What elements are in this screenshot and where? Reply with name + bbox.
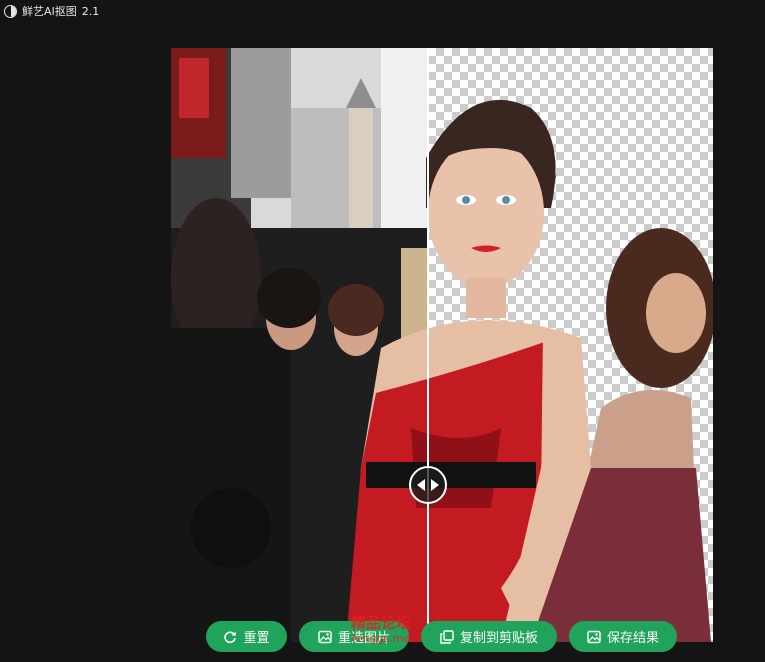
app-logo-icon bbox=[4, 4, 17, 18]
title-bar: 鲜艺AI抠图 2.1 bbox=[0, 0, 765, 22]
copy-icon bbox=[440, 629, 454, 644]
compare-slider-handle[interactable] bbox=[409, 466, 447, 504]
save-image-icon bbox=[587, 630, 601, 643]
action-bar: 重置 重选图片 复制到剪贴板 保存结果 bbox=[0, 621, 765, 653]
reset-button[interactable]: 重置 bbox=[206, 621, 287, 652]
original-photo-background bbox=[171, 48, 428, 642]
app-version: 2.1 bbox=[81, 4, 100, 18]
reselect-image-button-label: 重选图片 bbox=[337, 631, 390, 646]
left-right-arrows-icon bbox=[417, 479, 439, 491]
original-image-pane bbox=[171, 48, 428, 642]
cutout-result-pane bbox=[428, 48, 713, 642]
copy-to-clipboard-button-label: 复制到剪贴板 bbox=[459, 631, 538, 646]
comparison-viewer[interactable] bbox=[171, 48, 713, 642]
save-result-button[interactable]: 保存结果 bbox=[569, 621, 677, 652]
copy-to-clipboard-button[interactable]: 复制到剪贴板 bbox=[421, 621, 557, 652]
reselect-image-button[interactable]: 重选图片 bbox=[299, 621, 409, 652]
refresh-icon bbox=[224, 630, 237, 643]
compare-divider-line[interactable] bbox=[427, 48, 429, 642]
app-title: 鲜艺AI抠图 bbox=[22, 5, 77, 18]
save-result-button-label: 保存结果 bbox=[606, 631, 659, 646]
reset-button-label: 重置 bbox=[243, 631, 270, 646]
image-icon bbox=[318, 630, 332, 643]
